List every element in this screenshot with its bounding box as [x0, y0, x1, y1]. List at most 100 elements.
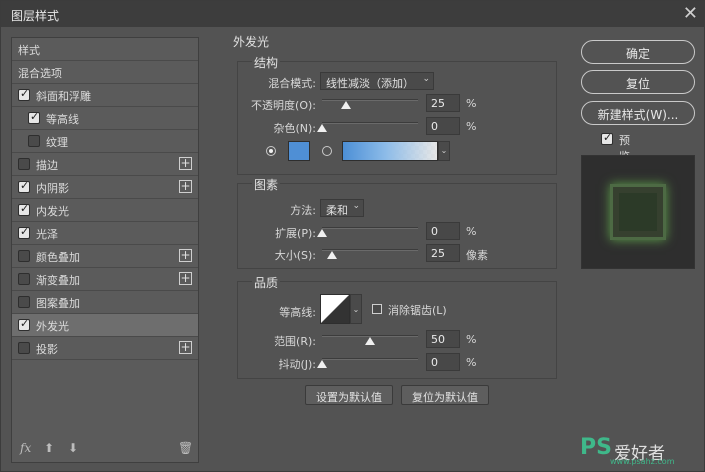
style-item-0[interactable]: 样式 [12, 38, 198, 61]
add-style-icon[interactable]: + [179, 341, 192, 354]
opacity-label: 不透明度(O): [251, 99, 316, 112]
style-item-1[interactable]: 混合选项 [12, 61, 198, 84]
trash-icon[interactable]: 🗑 [178, 441, 193, 455]
style-checkbox[interactable] [18, 273, 30, 285]
noise-thumb[interactable] [317, 124, 327, 132]
style-item-12[interactable]: 外发光 [12, 314, 198, 337]
range-thumb[interactable] [365, 337, 375, 345]
spread-input[interactable]: 0 [426, 222, 460, 240]
range-input[interactable]: 50 [426, 330, 460, 348]
add-style-icon[interactable]: + [179, 180, 192, 193]
outer-glow-panel: 外发光 结构 混合模式: 线性减淡（添加） ⌄ 不透明度(O): 25 % 杂色… [227, 33, 567, 463]
style-item-6[interactable]: 内阴影 + [12, 176, 198, 199]
ok-button[interactable]: 确定 [581, 40, 695, 64]
gradient-radio[interactable] [322, 146, 332, 156]
jitter-thumb[interactable] [317, 360, 327, 368]
style-item-label: 纹理 [46, 136, 68, 149]
style-item-13[interactable]: 投影 + [12, 337, 198, 360]
style-item-3[interactable]: 等高线 [12, 107, 198, 130]
noise-input[interactable]: 0 [426, 117, 460, 135]
quality-heading: 品质 [252, 274, 281, 291]
style-checkbox[interactable] [18, 179, 30, 193]
jitter-input[interactable]: 0 [426, 353, 460, 371]
style-item-2[interactable]: 斜面和浮雕 [12, 84, 198, 107]
contour-dropdown[interactable]: ⌄ [350, 294, 362, 324]
style-checkbox[interactable] [18, 202, 30, 216]
structure-heading: 结构 [252, 54, 281, 71]
style-item-11[interactable]: 图案叠加 [12, 291, 198, 314]
opacity-input[interactable]: 25 [426, 94, 460, 112]
opacity-slider[interactable] [322, 95, 418, 109]
contour-preview[interactable] [320, 294, 350, 324]
size-input[interactable]: 25 [426, 244, 460, 262]
new-style-button[interactable]: 新建样式(W)... [581, 101, 695, 125]
close-icon[interactable]: ✕ [683, 3, 698, 24]
glow-gradient-swatch[interactable] [342, 141, 438, 161]
spread-label: 扩展(P): [275, 227, 316, 240]
preview-square [610, 184, 666, 240]
style-item-label: 描边 [36, 159, 58, 172]
reset-default-button[interactable]: 复位为默认值 [401, 385, 489, 405]
watermark-ps: PS [580, 435, 612, 460]
opacity-track [322, 99, 418, 101]
noise-label: 杂色(N): [273, 122, 316, 135]
preview-checkbox[interactable] [601, 131, 613, 145]
size-slider[interactable] [322, 245, 418, 259]
style-checkbox[interactable] [18, 225, 30, 239]
jitter-label: 抖动(J): [278, 358, 316, 371]
style-checkbox[interactable] [18, 296, 30, 308]
style-item-5[interactable]: 描边 + [12, 153, 198, 176]
style-item-8[interactable]: 光泽 [12, 222, 198, 245]
style-list: 样式混合选项斜面和浮雕等高线纹理描边 + 内阴影 + 内发光光泽颜色叠加 + 渐变叠加 + 图案… [11, 37, 199, 463]
style-item-label: 斜面和浮雕 [36, 90, 91, 103]
gradient-dropdown[interactable]: ⌄ [438, 141, 450, 161]
method-select[interactable]: 柔和 ⌄ [320, 199, 364, 217]
range-unit: % [466, 333, 477, 346]
style-checkbox[interactable] [18, 317, 30, 331]
jitter-slider[interactable] [317, 354, 418, 368]
style-checkbox[interactable] [28, 135, 40, 147]
add-style-icon[interactable]: + [179, 272, 192, 285]
style-item-7[interactable]: 内发光 [12, 199, 198, 222]
style-item-9[interactable]: 颜色叠加 + [12, 245, 198, 268]
structure-group: 结构 混合模式: 线性减淡（添加） ⌄ 不透明度(O): 25 % 杂色(N):… [237, 54, 557, 175]
window-title: 图层样式 [11, 9, 60, 23]
range-slider[interactable] [322, 331, 418, 345]
method-label: 方法: [290, 204, 316, 217]
glow-color-swatch[interactable] [288, 141, 310, 161]
noise-slider[interactable] [317, 118, 418, 132]
style-checkbox[interactable] [18, 158, 30, 170]
spread-thumb[interactable] [317, 229, 327, 237]
fx-icon[interactable]: fx [20, 441, 31, 455]
add-style-icon[interactable]: + [179, 249, 192, 262]
style-checkbox[interactable] [18, 250, 30, 262]
layer-style-dialog: 图层样式 ✕ 样式混合选项斜面和浮雕等高线纹理描边 + 内阴影 + 内发光光泽颜色叠加 +… [0, 0, 705, 472]
contour-label: 等高线: [279, 306, 316, 319]
chevron-down-icon: ⌄ [422, 74, 430, 84]
antialias-checkbox[interactable] [372, 304, 382, 314]
style-checkbox[interactable] [18, 342, 30, 354]
style-item-10[interactable]: 渐变叠加 + [12, 268, 198, 291]
spread-slider[interactable] [317, 223, 418, 237]
elements-heading: 图素 [252, 176, 281, 193]
blend-mode-select[interactable]: 线性减淡（添加） ⌄ [320, 72, 434, 90]
style-item-label: 光泽 [36, 228, 58, 241]
move-up-icon[interactable]: ⬆ [44, 441, 54, 455]
style-checkbox[interactable] [18, 87, 30, 101]
style-item-label: 内发光 [36, 205, 69, 218]
add-style-icon[interactable]: + [179, 157, 192, 170]
style-item-4[interactable]: 纹理 [12, 130, 198, 153]
size-thumb[interactable] [326, 251, 337, 259]
reset-button[interactable]: 复位 [581, 70, 695, 94]
style-checkbox[interactable] [28, 110, 40, 124]
panel-heading: 外发光 [231, 33, 272, 50]
size-label: 大小(S): [274, 249, 316, 262]
preview-thumbnail [581, 155, 695, 269]
style-item-label: 投影 [36, 343, 58, 356]
solid-color-radio[interactable] [266, 146, 276, 156]
chevron-down-icon: ⌄ [440, 146, 448, 155]
opacity-thumb[interactable] [341, 101, 351, 109]
move-down-icon[interactable]: ⬇ [68, 441, 78, 455]
style-item-label: 等高线 [46, 113, 79, 126]
set-default-button[interactable]: 设置为默认值 [305, 385, 393, 405]
